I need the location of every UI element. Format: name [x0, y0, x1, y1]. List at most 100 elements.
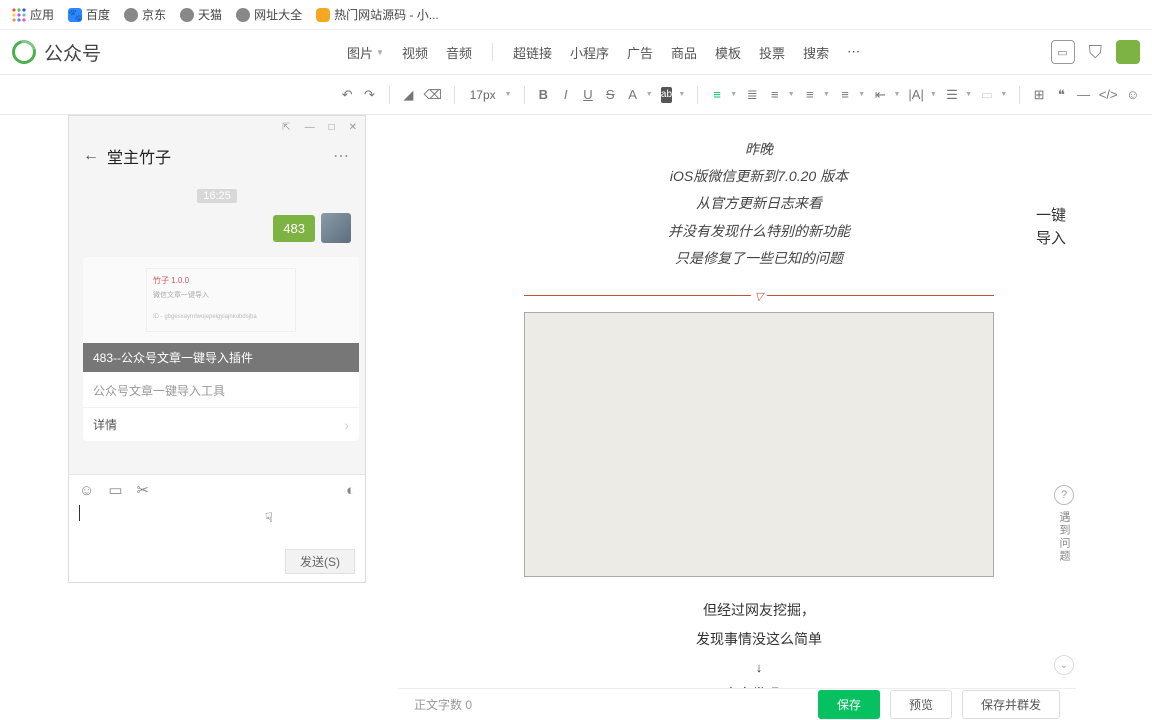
undo-icon[interactable]: ↶ — [340, 84, 354, 106]
highlight-icon[interactable]: ab — [661, 87, 673, 103]
arrow-down-icon: ↓ — [479, 656, 1039, 681]
shield-icon[interactable]: ⛉ — [1089, 42, 1103, 63]
font-size-select[interactable]: 17px — [467, 88, 499, 102]
message-bubble[interactable]: 483 — [273, 215, 315, 242]
help-icon[interactable]: ? — [1054, 485, 1074, 505]
bookmark-label: 热门网站源码 - 小... — [334, 6, 439, 23]
menu-more-icon[interactable]: ⋯ — [847, 44, 862, 60]
app-logo[interactable]: 公众号 — [12, 39, 347, 66]
minimize-icon[interactable]: — — [305, 122, 315, 133]
line-height-icon[interactable]: ≡ — [803, 84, 817, 106]
save-publish-button[interactable]: 保存并群发 — [962, 690, 1060, 719]
bookmark-source[interactable]: 热门网站源码 - 小... — [316, 6, 439, 23]
pin-icon[interactable]: ⇱ — [282, 122, 290, 133]
bookmark-label: 京东 — [142, 6, 166, 23]
history-icon[interactable]: ◐ — [346, 482, 355, 499]
menu-miniprogram[interactable]: 小程序 — [570, 43, 609, 62]
editor-line: iOS版微信更新到7.0.20 版本 — [479, 164, 1039, 189]
menu-audio[interactable]: 音频 — [446, 43, 472, 62]
folder-icon[interactable]: ▭ — [108, 481, 122, 499]
italic-icon[interactable]: I — [559, 84, 573, 106]
send-button[interactable]: 发送(S) — [285, 549, 355, 574]
back-icon[interactable]: ← — [83, 147, 99, 165]
bold-icon[interactable]: B — [536, 84, 550, 106]
bookmark-label: 百度 — [86, 6, 110, 23]
chat-input[interactable] — [69, 505, 365, 545]
emoji-icon[interactable]: ☺ — [79, 482, 94, 499]
maximize-icon[interactable]: □ — [329, 122, 335, 133]
preview-button[interactable]: 预览 — [890, 690, 952, 719]
chevron-down-icon: ▼ — [505, 91, 512, 98]
browser-bookmarks-bar: 应用 🐾百度 京东 天猫 网址大全 热门网站源码 - 小... — [0, 0, 1152, 30]
help-label[interactable]: 遇到问题 — [1056, 511, 1072, 563]
menu-image[interactable]: 图片▼ — [347, 43, 384, 62]
bookmark-tmall[interactable]: 天猫 — [180, 6, 222, 23]
emoji-icon[interactable]: ☺ — [1126, 84, 1140, 106]
globe-icon — [180, 8, 194, 22]
editor-line: 昨晚 — [479, 137, 1039, 162]
header-actions: ▭ ⛉ — [1051, 40, 1141, 64]
indent-left-icon[interactable]: ⇤ — [873, 84, 887, 106]
help-rail: ? 遇到问题 — [1054, 485, 1074, 563]
format-toolbar: ↶ ↷ ◢ ⌫ 17px▼ B I U S A▼ ab▼ ≡▼ ≣ ≡▼ ≡▼ … — [0, 75, 1152, 115]
chat-input-area: ☺ ▭ ✂ ◐ 发送(S) — [69, 474, 365, 582]
indent-icon[interactable]: ≡ — [767, 84, 781, 106]
menu-template[interactable]: 模板 — [715, 43, 741, 62]
card-detail-row[interactable]: 详情 › — [83, 407, 359, 441]
bg-color-icon[interactable]: ▭ — [980, 84, 994, 106]
redo-icon[interactable]: ↷ — [362, 84, 376, 106]
chat-titlebar: ⇱ — □ ✕ — [69, 116, 365, 138]
menu-vote[interactable]: 投票 — [759, 43, 785, 62]
align-justify-icon[interactable]: ≣ — [745, 84, 759, 106]
hr-icon[interactable]: — — [1077, 84, 1091, 106]
editor-content-area[interactable]: 昨晚 iOS版微信更新到7.0.20 版本 从官方更新日志来看 并没有发现什么特… — [366, 115, 1152, 720]
bookmark-apps[interactable]: 应用 — [12, 6, 54, 23]
menu-ad[interactable]: 广告 — [627, 43, 653, 62]
bookmark-label: 网址大全 — [254, 6, 302, 23]
save-button[interactable]: 保存 — [818, 690, 880, 719]
bookmark-sites[interactable]: 网址大全 — [236, 6, 302, 23]
bookmark-label: 应用 — [30, 6, 54, 23]
menu-search[interactable]: 搜索 — [803, 43, 829, 62]
spacing-icon[interactable]: ≡ — [838, 84, 852, 106]
globe-icon — [236, 8, 250, 22]
format-painter-icon[interactable]: ◢ — [401, 84, 415, 106]
app-badge-icon[interactable] — [1116, 40, 1140, 64]
editor-footer: 正文字数 0 保存 预览 保存并群发 — [398, 688, 1076, 720]
chat-message-row: 483 — [83, 213, 351, 243]
collapse-toggle[interactable]: ⌄ — [1054, 655, 1074, 675]
clear-format-icon[interactable]: ⌫ — [424, 84, 442, 106]
close-icon[interactable]: ✕ — [349, 122, 357, 133]
menu-link[interactable]: 超链接 — [513, 43, 552, 62]
section-divider — [524, 295, 994, 296]
strike-icon[interactable]: S — [603, 84, 617, 106]
quote-icon[interactable]: ❝ — [1054, 84, 1068, 106]
avatar[interactable] — [321, 213, 351, 243]
list-icon[interactable]: ☰ — [945, 84, 959, 106]
import-button[interactable]: 一键 导入 — [1036, 205, 1066, 250]
bookmark-label: 天猫 — [198, 6, 222, 23]
chat-header: ← 堂主竹子 ⋯ — [69, 138, 365, 178]
align-left-icon[interactable]: ≡ — [710, 84, 724, 106]
word-count-value: 0 — [465, 698, 472, 712]
separator — [492, 43, 493, 61]
bookmark-baidu[interactable]: 🐾百度 — [68, 6, 110, 23]
underline-icon[interactable]: U — [581, 84, 595, 106]
editor-line: 发现事情没这么简单 — [479, 628, 1039, 655]
chat-more-icon[interactable]: ⋯ — [333, 146, 351, 166]
table-icon[interactable]: ⊞ — [1032, 84, 1046, 106]
menu-video[interactable]: 视频 — [402, 43, 428, 62]
scissors-icon[interactable]: ✂ — [137, 481, 150, 499]
letter-spacing-icon[interactable]: |A| — [908, 84, 923, 106]
code-icon[interactable]: </> — [1099, 84, 1118, 106]
main-area: ⇱ — □ ✕ ← 堂主竹子 ⋯ 16:25 483 竹子 1.0.0 微信 — [0, 115, 1152, 720]
text-color-icon[interactable]: A — [625, 84, 639, 106]
image-placeholder[interactable] — [524, 312, 994, 577]
phone-preview-icon[interactable]: ▭ — [1051, 40, 1075, 64]
app-title: 公众号 — [44, 39, 101, 66]
bookmark-jd[interactable]: 京东 — [124, 6, 166, 23]
menu-product[interactable]: 商品 — [671, 43, 697, 62]
shared-card[interactable]: 竹子 1.0.0 微信文章一键导入 ID - gbgesxayrnlwujepe… — [83, 257, 359, 441]
chevron-right-icon: › — [344, 417, 349, 433]
wechat-logo-icon — [8, 36, 41, 69]
